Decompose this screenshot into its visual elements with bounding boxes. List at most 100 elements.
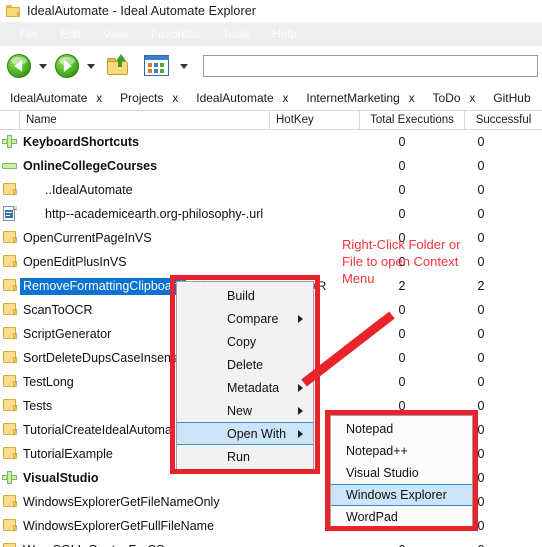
context-menu-item-label: Compare — [227, 311, 279, 326]
row-name: OpenEditPlusInVS — [23, 254, 127, 269]
views-grid-icon[interactable] — [144, 55, 170, 77]
row-total-executions: 0 — [398, 159, 406, 173]
folder-icon — [0, 322, 20, 346]
table-row[interactable]: OnlineCollegeCourses 0 0 — [0, 154, 542, 178]
row-name: SortDeleteDupsCaseInsens — [23, 350, 178, 365]
context-menu-item-compare[interactable]: Compare — [177, 307, 313, 330]
table-row[interactable]: WrapSQLInQuotesForCS 0 0 — [0, 538, 542, 547]
folder-icon — [0, 370, 20, 394]
forward-history-chevron-down-icon[interactable] — [87, 63, 95, 69]
folder-icon — [0, 418, 20, 442]
row-total-executions: 0 — [398, 303, 406, 317]
row-successful: 0 — [477, 135, 485, 149]
column-header-total-executions[interactable]: Total Executions — [360, 111, 465, 129]
url-file-icon — [0, 202, 20, 226]
context-menu-item-label: Metadata — [227, 380, 280, 395]
window-title: IdealAutomate - Ideal Automate Explorer — [27, 4, 257, 18]
submenu-chevron-right-icon — [298, 314, 303, 323]
row-name: TestLong — [23, 374, 74, 389]
table-row[interactable]: ..IdealAutomate 0 0 — [0, 178, 542, 202]
tab-close-icon[interactable]: x — [283, 93, 289, 105]
context-menu-item-delete[interactable]: Delete — [177, 353, 313, 376]
row-successful: 0 — [477, 303, 485, 317]
row-successful: 0 — [477, 327, 485, 341]
column-header-hotkey[interactable]: HotKey — [270, 111, 360, 129]
row-name: WindowsExplorerGetFullFileName — [23, 518, 215, 533]
context-menu-item-run[interactable]: Run — [177, 445, 313, 468]
column-header-icon[interactable] — [0, 111, 20, 129]
menu-item-file[interactable]: File — [8, 25, 49, 43]
forward-arrow-icon[interactable] — [52, 51, 82, 81]
row-total-executions: 0 — [398, 375, 406, 389]
context-menu-item-label: New — [227, 403, 253, 418]
menu-item-favorites[interactable]: Favorites — [140, 25, 211, 43]
table-row[interactable]: http--academicearth.org-philosophy-.url 0… — [0, 202, 542, 226]
folder-icon — [0, 178, 20, 202]
tab-close-icon[interactable]: x — [470, 93, 476, 105]
expand-plus-icon[interactable] — [0, 130, 20, 154]
context-menu: Build Compare Copy Delete Metadata New Open Wi… — [176, 281, 314, 471]
expand-plus-icon[interactable] — [0, 466, 20, 490]
context-menu-item-label: Build — [227, 288, 255, 303]
tab-projects[interactable]: Projects x — [120, 91, 178, 105]
row-successful: 0 — [464, 543, 498, 547]
tab-label: ToDo — [432, 91, 461, 105]
tab-internetmarketing[interactable]: InternetMarketing x — [306, 91, 414, 105]
menu-item-tools[interactable]: Tools — [211, 25, 261, 43]
table-row[interactable]: OpenEditPlusInVS 0 0 — [0, 250, 542, 274]
table-row[interactable]: OpenCurrentPageInVS 0 0 — [0, 226, 542, 250]
title-bar: IdealAutomate - Ideal Automate Explorer — [0, 0, 542, 22]
open-with-item-notepad[interactable]: Notepad — [331, 418, 472, 440]
row-name: Tests — [23, 398, 53, 413]
row-successful: 0 — [477, 207, 485, 221]
context-menu-item-open-with[interactable]: Open With — [177, 422, 313, 445]
open-with-item-wordpad[interactable]: WordPad — [331, 506, 472, 528]
tab-close-icon[interactable]: x — [409, 93, 415, 105]
tab-todo[interactable]: ToDo x — [433, 91, 476, 105]
open-with-item-visual-studio[interactable]: Visual Studio — [331, 462, 472, 484]
tab-label: GitHub — [493, 91, 531, 105]
open-with-item-label: WordPad — [346, 510, 398, 524]
tab-label: IdealAutomate — [10, 91, 88, 105]
collapse-minus-icon[interactable] — [0, 154, 20, 178]
context-menu-item-label: Copy — [227, 334, 257, 349]
context-menu-item-new[interactable]: New — [177, 399, 313, 422]
open-with-item-windows-explorer[interactable]: Windows Explorer — [331, 484, 472, 506]
menu-item-edit[interactable]: Edit — [49, 25, 92, 43]
menu-item-help[interactable]: Help — [261, 25, 308, 43]
table-row[interactable]: KeyboardShortcuts 0 0 — [0, 130, 542, 154]
row-total-executions: 0 — [398, 183, 406, 197]
context-menu-item-build[interactable]: Build — [177, 284, 313, 307]
context-menu-item-copy[interactable]: Copy — [177, 330, 313, 353]
tab-close-icon[interactable]: x — [96, 93, 102, 105]
views-chevron-down-icon[interactable] — [180, 63, 188, 69]
submenu-chevron-right-icon — [298, 429, 303, 438]
back-history-chevron-down-icon[interactable] — [39, 63, 47, 69]
row-name: VisualStudio — [23, 470, 99, 485]
context-menu-item-metadata[interactable]: Metadata — [177, 376, 313, 399]
row-successful: 2 — [477, 279, 485, 293]
column-header-successful[interactable]: Successful — [465, 111, 542, 129]
tab-idealautomate-2[interactable]: IdealAutomate x — [196, 91, 288, 105]
tab-github[interactable]: GitHub — [493, 91, 530, 105]
open-with-item-notepad-[interactable]: Notepad++ — [331, 440, 472, 462]
menu-item-view[interactable]: View — [92, 25, 140, 43]
folder-icon — [0, 490, 20, 514]
folder-icon — [0, 514, 20, 538]
folder-icon — [0, 442, 20, 466]
tab-idealautomate-1[interactable]: IdealAutomate x — [10, 91, 102, 105]
address-input[interactable] — [203, 55, 538, 77]
row-name: TutorialCreateIdealAutoma — [23, 422, 172, 437]
folder-icon — [0, 274, 20, 298]
row-total-executions: 0 — [398, 399, 406, 413]
row-successful: 0 — [477, 183, 485, 197]
open-with-item-label: Visual Studio — [346, 466, 419, 480]
column-header-name[interactable]: Name — [20, 111, 270, 129]
back-arrow-icon[interactable] — [4, 51, 34, 81]
folder-icon — [6, 5, 20, 17]
tab-close-icon[interactable]: x — [173, 93, 179, 105]
up-one-level-folder-icon[interactable] — [104, 52, 132, 80]
annotation-text: Right-Click Folder or File to open Conte… — [342, 237, 461, 286]
tab-label: IdealAutomate — [196, 91, 274, 105]
submenu-chevron-right-icon — [298, 406, 303, 415]
